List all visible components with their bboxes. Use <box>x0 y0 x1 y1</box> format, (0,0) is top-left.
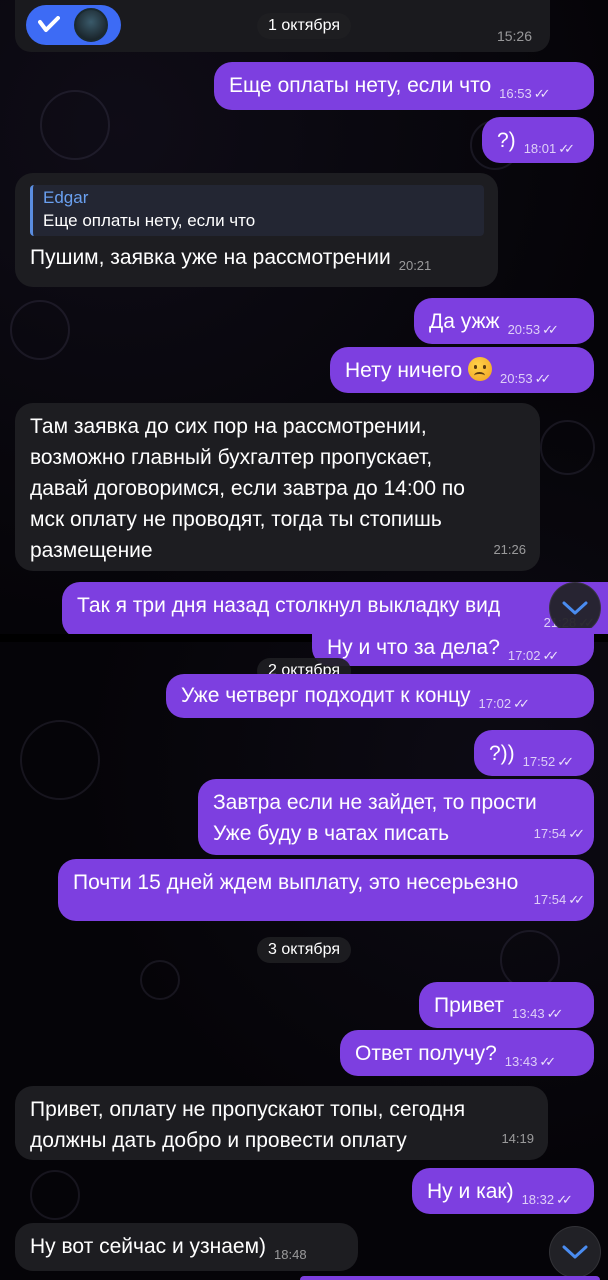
message-time: 17:52 <box>522 754 556 769</box>
chevron-down-icon <box>562 1245 588 1259</box>
scroll-down-button[interactable] <box>549 582 601 634</box>
double-check-icon: ✓✓ <box>556 1192 573 1207</box>
double-check-icon: ✓✓ <box>513 696 530 711</box>
message-line: Завтра если не зайдет, то прости <box>213 791 537 814</box>
outgoing-message[interactable]: Ну и как) 18:32 ✓✓ <box>412 1168 594 1214</box>
channel-badge[interactable] <box>26 5 121 45</box>
message-time: 13:43 <box>512 1006 545 1021</box>
double-check-icon: ✓✓ <box>533 86 551 101</box>
message-text: Нету ничего <box>345 359 463 382</box>
message-line: давай договоримся, если завтра до 14:00 … <box>30 477 465 500</box>
message-text: Ответ получу? <box>355 1042 497 1065</box>
double-check-icon: ✓✓ <box>557 754 574 769</box>
message-line: размещение <box>30 539 153 562</box>
outgoing-message[interactable]: Почти 15 дней ждем выплату, это несерьез… <box>58 859 594 921</box>
reply-quote[interactable]: Edgar Еще оплаты нету, если что <box>30 185 484 236</box>
message-time: 20:53 <box>507 322 541 337</box>
outgoing-message-edge <box>300 1276 600 1280</box>
outgoing-message[interactable]: Нету ничего 20:53 ✓✓ <box>330 347 594 393</box>
message-time: 17:54 <box>533 826 567 841</box>
message-text: Еще оплаты нету, если что <box>229 74 492 97</box>
message-text: ?)) <box>489 742 515 765</box>
message-text: Ну и что за дела? <box>327 636 500 659</box>
message-time: 21:26 <box>493 542 526 557</box>
message-text: Уже четверг подходит к концу <box>181 684 471 707</box>
date-separator: 3 октября <box>257 937 351 963</box>
outgoing-message[interactable]: Завтра если не зайдет, то прости Уже буд… <box>198 779 594 855</box>
message-line: Там заявка до сих пор на рассмотрении, <box>30 415 427 438</box>
message-time: 17:54 <box>533 892 567 907</box>
message-text: Привет <box>434 994 505 1017</box>
avatar <box>74 8 108 42</box>
message-time: 17:02 <box>478 696 512 711</box>
message-time: 16:53 <box>499 86 532 101</box>
message-line: должны дать добро и провести оплату <box>30 1129 407 1152</box>
double-check-icon: ✓✓ <box>542 322 559 337</box>
message-text: Пушим, заявка уже на рассмотрении <box>30 246 391 269</box>
check-logo-icon <box>38 16 60 32</box>
date-separator: 1 октября <box>257 13 351 39</box>
incoming-message[interactable]: Edgar Еще оплаты нету, если что Пушим, з… <box>15 173 498 287</box>
message-time: 15:26 <box>496 28 532 44</box>
message-text: Да ужж <box>429 310 500 333</box>
outgoing-message[interactable]: Еще оплаты нету, если что 16:53 ✓✓ <box>214 62 594 110</box>
message-line: Привет, оплату не пропускают топы, сегод… <box>30 1098 466 1121</box>
message-time: 20:53 <box>500 371 533 386</box>
message-text: Ну и как) <box>427 1180 514 1203</box>
reply-author: Edgar <box>43 188 89 207</box>
double-check-icon: ✓✓ <box>542 648 559 663</box>
message-text: Почти 15 дней ждем выплату, это несерьез… <box>73 871 519 894</box>
message-line: возможно главный бухгалтер пропускает, <box>30 446 433 469</box>
message-time: 13:43 <box>504 1054 538 1069</box>
reply-text: Еще оплаты нету, если что <box>43 211 256 230</box>
message-text: Ну вот сейчас и узнаем) <box>30 1235 267 1258</box>
outgoing-message[interactable]: Привет 13:43 ✓✓ <box>419 982 594 1028</box>
incoming-message[interactable]: Ну вот сейчас и узнаем) 18:48 <box>15 1223 358 1271</box>
double-check-icon: ✓✓ <box>539 1054 556 1069</box>
chevron-down-icon <box>562 601 588 615</box>
message-time: 20:21 <box>398 258 432 273</box>
message-text: ?) <box>497 129 516 152</box>
message-time: 18:48 <box>274 1247 307 1262</box>
double-check-icon: ✓✓ <box>568 892 585 907</box>
message-line: мск оплату не проводят, тогда ты стопишь <box>30 508 442 531</box>
double-check-icon: ✓✓ <box>534 371 552 386</box>
message-time: 18:01 <box>523 141 557 156</box>
message-time: 17:02 <box>507 648 541 663</box>
incoming-message[interactable]: Там заявка до сих пор на рассмотрении, в… <box>15 403 540 571</box>
outgoing-message[interactable]: Ну и что за дела? 17:02 ✓✓ <box>312 628 594 666</box>
message-time: 14:19 <box>501 1131 534 1146</box>
outgoing-message[interactable]: ?) 18:01 ✓✓ <box>482 117 594 163</box>
worried-face-icon <box>468 357 493 381</box>
incoming-message[interactable]: Привет, оплату не пропускают топы, сегод… <box>15 1086 548 1160</box>
double-check-icon: ✓✓ <box>546 1006 564 1021</box>
outgoing-message[interactable]: Да ужж 20:53 ✓✓ <box>414 298 594 344</box>
outgoing-message[interactable]: Уже четверг подходит к концу 17:02 ✓✓ <box>166 674 594 718</box>
outgoing-message[interactable]: ?)) 17:52 ✓✓ <box>474 730 594 776</box>
double-check-icon: ✓✓ <box>568 826 585 841</box>
scroll-down-button[interactable] <box>549 1226 601 1278</box>
double-check-icon: ✓✓ <box>558 141 575 156</box>
message-line: Уже буду в чатах писать <box>213 822 450 845</box>
outgoing-message[interactable]: Ответ получу? 13:43 ✓✓ <box>340 1030 594 1076</box>
message-time: 18:32 <box>521 1192 555 1207</box>
message-text: Так я три дня назад столкнул выкладку ви… <box>77 594 501 617</box>
